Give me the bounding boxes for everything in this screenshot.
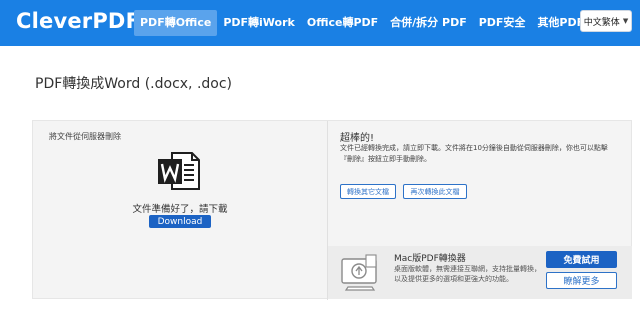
nav-item-merge-split-pdf[interactable]: 合併/拆分 PDF: [384, 10, 473, 36]
mac-promo-box: Mac版PDF轉換器 桌面版軟體，無需連接互聯網，支持批量轉換，以及提供更多的選…: [328, 246, 632, 299]
convert-again-button[interactable]: 再次轉換此文檔: [403, 184, 467, 199]
success-message: 文件已經轉換完成，請立即下載。文件將在10分鐘後自動從伺服器刪除，你也可以點擊『…: [340, 144, 608, 163]
learn-more-button[interactable]: 瞭解更多: [546, 272, 617, 289]
download-button[interactable]: Download: [149, 215, 211, 228]
mac-converter-icon: [341, 254, 377, 291]
promo-title: Mac版PDF轉換器: [394, 254, 466, 264]
word-document-icon: [158, 152, 200, 190]
success-heading: 超棒的!: [340, 133, 375, 144]
main-nav: PDF轉Office PDF轉iWork Office轉PDF 合併/拆分 PD…: [134, 10, 612, 36]
delete-file-link[interactable]: 將文件從伺服器刪除: [49, 131, 121, 142]
nav-item-pdf-to-office[interactable]: PDF轉Office: [134, 10, 218, 36]
promo-description: 桌面版軟體，無需連接互聯網，支持批量轉換，以及提供更多的選項和更強大的功能。: [394, 265, 541, 283]
nav-item-office-to-pdf[interactable]: Office轉PDF: [301, 10, 384, 36]
nav-item-pdf-to-iwork[interactable]: PDF轉iWork: [217, 10, 301, 36]
language-label: 中文繁体: [583, 17, 620, 28]
convert-other-button[interactable]: 轉換其它文檔: [340, 184, 396, 199]
page-title: PDF轉換成Word (.docx, .doc): [35, 76, 233, 92]
chevron-down-icon: ▼: [622, 17, 629, 25]
result-panel: 將文件從伺服器刪除 文件準備好了，請下載 Download 超棒的! 文件已經轉…: [32, 120, 632, 300]
nav-item-pdf-security[interactable]: PDF安全: [473, 10, 532, 36]
clever-pdf-logo[interactable]: CleverPDF: [16, 9, 140, 33]
free-trial-button[interactable]: 免費試用: [546, 251, 617, 268]
file-ready-text: 文件準備好了，請下載: [132, 204, 228, 215]
language-select[interactable]: 中文繁体 ▼: [580, 10, 632, 32]
top-navigation-bar: CleverPDF PDF轉Office PDF轉iWork Office轉PD…: [0, 0, 640, 46]
